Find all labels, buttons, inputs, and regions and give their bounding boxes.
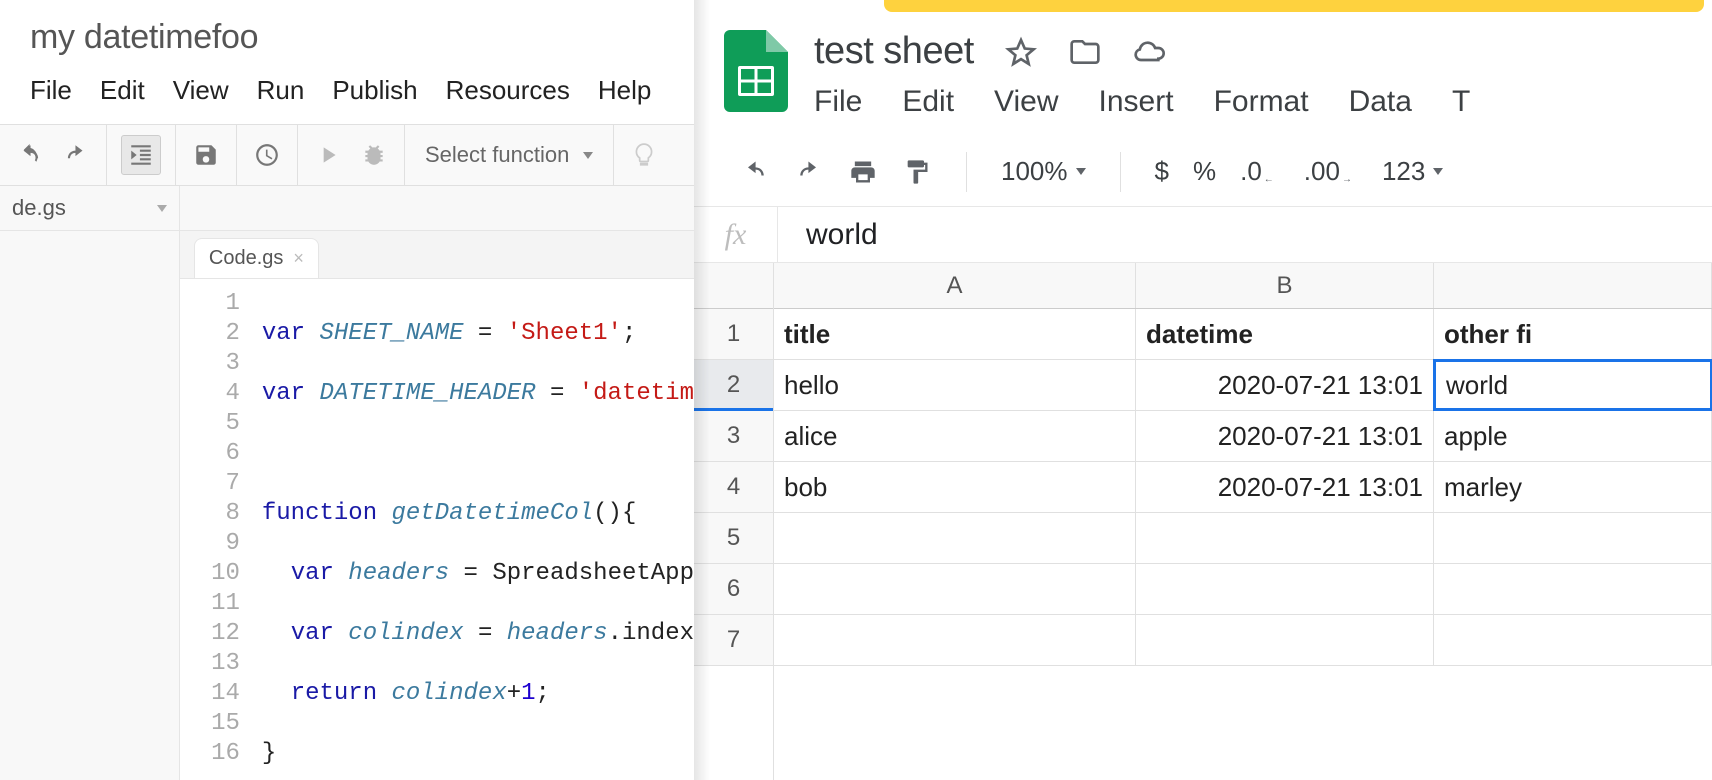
dropdown-icon: [1076, 168, 1086, 175]
file-sidebar: [0, 231, 180, 780]
run-icon[interactable]: [312, 139, 344, 171]
sheets-logo-icon[interactable]: [724, 30, 788, 116]
menu-resources[interactable]: Resources: [446, 75, 570, 106]
sheets-toolbar: 100% $ % .0← .00→ 123: [694, 137, 1712, 207]
cell[interactable]: [774, 615, 1136, 665]
row-header[interactable]: 5: [694, 513, 773, 564]
google-sheets: test sheet File Edit View Insert Format …: [694, 0, 1712, 780]
paint-format-icon[interactable]: [902, 157, 932, 187]
sheets-menu-edit[interactable]: Edit: [902, 85, 954, 119]
code-editor[interactable]: 12345678910111213141516 var SHEET_NAME =…: [180, 279, 694, 780]
indent-icon[interactable]: [121, 135, 161, 175]
cell[interactable]: 2020-07-21 13:01: [1136, 462, 1434, 512]
sheets-menu-bar: File Edit View Insert Format Data T: [814, 85, 1470, 119]
undo-icon[interactable]: [14, 139, 46, 171]
formula-input[interactable]: world: [778, 218, 878, 252]
formula-bar: fx world: [694, 207, 1712, 263]
row-header[interactable]: 2: [694, 360, 773, 411]
cell[interactable]: marley: [1434, 462, 1712, 512]
cell[interactable]: other fi: [1434, 309, 1712, 359]
zoom-selector[interactable]: 100%: [1001, 156, 1086, 187]
file-list-item[interactable]: de.gs: [0, 186, 180, 230]
sheets-menu-view[interactable]: View: [994, 85, 1058, 119]
dropdown-icon: [583, 152, 593, 159]
close-icon[interactable]: ×: [293, 248, 304, 269]
print-icon[interactable]: [848, 157, 878, 187]
cell[interactable]: title: [774, 309, 1136, 359]
cell[interactable]: [1136, 615, 1434, 665]
editor-tab[interactable]: Code.gs ×: [194, 238, 319, 278]
percent-button[interactable]: %: [1193, 156, 1216, 187]
cell[interactable]: [1434, 513, 1712, 563]
row-header[interactable]: 6: [694, 564, 773, 615]
more-formats-button[interactable]: 123: [1382, 156, 1443, 187]
cell[interactable]: [774, 513, 1136, 563]
script-menu-bar: File Edit View Run Publish Resources Hel…: [0, 57, 694, 124]
script-toolbar: Select function: [0, 124, 694, 186]
dropdown-icon: [157, 205, 167, 212]
cell[interactable]: [1136, 513, 1434, 563]
file-name-label: de.gs: [12, 195, 66, 221]
increase-decimal-button[interactable]: .00→: [1304, 156, 1358, 187]
spreadsheet-grid[interactable]: 1 2 3 4 5 6 7 A B title datetime: [694, 263, 1712, 780]
col-header[interactable]: [1434, 263, 1712, 308]
col-header[interactable]: B: [1136, 263, 1434, 308]
row-header[interactable]: 3: [694, 411, 773, 462]
cell[interactable]: [774, 564, 1136, 614]
col-header[interactable]: A: [774, 263, 1136, 308]
row-header[interactable]: 1: [694, 309, 773, 360]
move-folder-icon[interactable]: [1068, 35, 1102, 69]
undo-icon[interactable]: [740, 157, 770, 187]
cell[interactable]: hello: [774, 360, 1136, 410]
menu-edit[interactable]: Edit: [100, 75, 145, 106]
active-cell[interactable]: world: [1433, 359, 1712, 411]
dropdown-icon: [1433, 168, 1443, 175]
function-selector[interactable]: Select function: [405, 142, 613, 168]
cell[interactable]: [1136, 564, 1434, 614]
redo-icon[interactable]: [60, 139, 92, 171]
row-header[interactable]: 7: [694, 615, 773, 666]
cell[interactable]: [1434, 564, 1712, 614]
cloud-saved-icon[interactable]: [1132, 35, 1166, 69]
triggers-icon[interactable]: [251, 139, 283, 171]
project-title[interactable]: my datetimefoo: [0, 0, 694, 57]
row-header[interactable]: 4: [694, 462, 773, 513]
redo-icon[interactable]: [794, 157, 824, 187]
menu-publish[interactable]: Publish: [332, 75, 417, 106]
cell[interactable]: apple: [1434, 411, 1712, 461]
save-icon[interactable]: [190, 139, 222, 171]
menu-help[interactable]: Help: [598, 75, 651, 106]
lightbulb-icon[interactable]: [628, 139, 660, 171]
cell[interactable]: 2020-07-21 13:01: [1136, 411, 1434, 461]
menu-view[interactable]: View: [173, 75, 229, 106]
sheets-menu-insert[interactable]: Insert: [1099, 85, 1174, 119]
fx-label: fx: [694, 207, 778, 262]
cell[interactable]: alice: [774, 411, 1136, 461]
currency-button[interactable]: $: [1155, 156, 1169, 187]
apps-script-editor: my datetimefoo File Edit View Run Publis…: [0, 0, 694, 780]
debug-icon[interactable]: [358, 139, 390, 171]
sheets-menu-format[interactable]: Format: [1214, 85, 1309, 119]
notification-bar: [884, 0, 1704, 12]
sheets-menu-file[interactable]: File: [814, 85, 862, 119]
cell[interactable]: [1434, 615, 1712, 665]
menu-run[interactable]: Run: [257, 75, 305, 106]
sheets-menu-data[interactable]: Data: [1349, 85, 1412, 119]
star-icon[interactable]: [1004, 35, 1038, 69]
select-all-corner[interactable]: [694, 263, 773, 309]
document-title[interactable]: test sheet: [814, 30, 974, 73]
cell[interactable]: datetime: [1136, 309, 1434, 359]
tab-label: Code.gs: [209, 247, 284, 270]
cell[interactable]: bob: [774, 462, 1136, 512]
cell[interactable]: 2020-07-21 13:01: [1136, 360, 1434, 410]
sheets-menu-tools[interactable]: T: [1452, 85, 1470, 119]
function-selector-label: Select function: [425, 142, 569, 168]
line-gutter: 12345678910111213141516: [180, 279, 252, 780]
decrease-decimal-button[interactable]: .0←: [1240, 156, 1280, 187]
code-content: var SHEET_NAME = 'Sheet1'; var DATETIME_…: [252, 279, 694, 780]
menu-file[interactable]: File: [30, 75, 72, 106]
